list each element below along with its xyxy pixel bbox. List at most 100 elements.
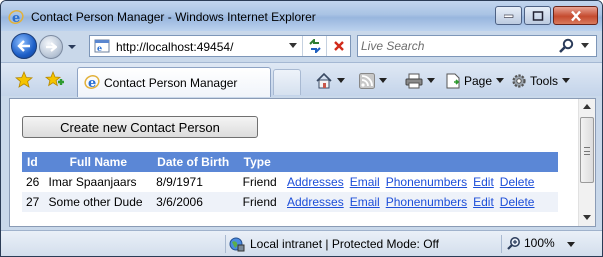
search-box — [357, 35, 597, 57]
new-tab-button[interactable] — [273, 69, 301, 95]
back-arrow-icon — [17, 40, 30, 52]
cell-id: 27 — [22, 192, 45, 212]
feeds-button[interactable] — [359, 70, 387, 92]
navigation-bar: e http://localhost:49454/ — [1, 31, 602, 61]
delete-link[interactable]: Delete — [500, 195, 535, 209]
page-icon: e — [94, 39, 110, 53]
vertical-scrollbar[interactable] — [578, 99, 595, 226]
status-bar: Local intranet | Protected Mode: Off 100… — [1, 230, 602, 256]
page-menu-dropdown-icon — [496, 78, 505, 83]
zoom-level[interactable]: 100% — [507, 236, 555, 250]
addresses-link[interactable]: Addresses — [287, 195, 344, 209]
print-button[interactable] — [405, 70, 435, 92]
address-url[interactable]: http://localhost:49454/ — [116, 40, 233, 54]
add-to-favorites-icon[interactable] — [45, 71, 65, 89]
title-bar: e Contact Person Manager - Windows Inter… — [1, 1, 602, 31]
svg-text:e: e — [97, 43, 102, 53]
addresses-link[interactable]: Addresses — [287, 175, 344, 189]
rss-feed-icon — [359, 73, 375, 89]
svg-text:e: e — [12, 11, 20, 25]
edit-link[interactable]: Edit — [473, 175, 494, 189]
browser-window: e Contact Person Manager - Windows Inter… — [0, 0, 603, 257]
forward-arrow-icon — [46, 42, 57, 52]
internet-explorer-icon: e — [8, 10, 24, 25]
search-options-dropdown-icon[interactable] — [580, 42, 590, 50]
status-divider — [501, 235, 502, 253]
zoom-dropdown-icon[interactable] — [567, 242, 575, 248]
page-icon: e — [84, 75, 100, 90]
table-header-row: Id Full Name Date of Birth Type — [22, 152, 558, 172]
phonenumbers-link[interactable]: Phonenumbers — [386, 195, 467, 209]
forward-button[interactable] — [39, 35, 63, 59]
window-controls — [495, 6, 598, 25]
zoom-icon — [507, 237, 520, 250]
cell-id: 26 — [26, 175, 40, 189]
tools-menu-button[interactable]: Tools — [511, 70, 571, 92]
minimize-button[interactable] — [495, 6, 522, 25]
cell-actions: Addresses Email Phonenumbers Edit Delete — [283, 172, 558, 192]
phonenumbers-link[interactable]: Phonenumbers — [386, 175, 467, 189]
home-dropdown-icon[interactable] — [337, 78, 345, 84]
chevron-down-icon — [583, 215, 591, 220]
tools-menu-label: Tools — [530, 74, 559, 88]
svg-text:e: e — [88, 76, 96, 90]
column-header-id: Id — [22, 152, 45, 172]
email-link[interactable]: Email — [350, 175, 380, 189]
email-link[interactable]: Email — [350, 195, 380, 209]
page-content: Create new Contact Person Id Full Name D… — [9, 98, 596, 227]
column-header-full-name: Full Name — [44, 152, 153, 172]
scroll-down-button[interactable] — [579, 210, 595, 226]
cell-type: Friend — [242, 175, 277, 189]
page-menu-label: Page — [464, 74, 493, 88]
refresh-icon — [308, 39, 321, 53]
search-icon[interactable] — [558, 38, 576, 54]
search-input[interactable] — [361, 38, 555, 54]
home-icon — [316, 72, 332, 89]
print-dropdown-icon[interactable] — [427, 78, 435, 84]
minimize-icon — [503, 14, 513, 18]
security-zone-text: Local intranet | Protected Mode: Off — [250, 237, 439, 251]
close-icon — [570, 10, 581, 21]
scrollbar-grip — [584, 147, 590, 155]
feeds-dropdown-icon[interactable] — [379, 78, 387, 84]
contact-person-table: Id Full Name Date of Birth Type 26 Imar … — [22, 152, 558, 212]
status-divider — [225, 235, 226, 253]
close-button[interactable] — [553, 6, 598, 25]
scrollbar-thumb[interactable] — [580, 117, 594, 183]
cell-type: Friend — [238, 192, 283, 212]
cell-full-name: Some other Dude — [44, 192, 153, 212]
tab-contact-person-manager[interactable]: e Contact Person Manager — [77, 67, 271, 97]
back-button[interactable] — [11, 33, 37, 59]
zoom-level-text: 100% — [524, 236, 555, 250]
cell-date-of-birth: 8/9/1971 — [156, 175, 203, 189]
cell-date-of-birth: 3/6/2006 — [152, 192, 239, 212]
refresh-button[interactable] — [302, 36, 326, 56]
page-menu-button[interactable]: Page — [445, 70, 505, 92]
printer-icon — [405, 73, 423, 89]
tab-label: Contact Person Manager — [104, 76, 238, 90]
address-bar[interactable]: e http://localhost:49454/ — [89, 35, 351, 57]
recent-pages-dropdown-icon[interactable] — [67, 42, 77, 52]
maximize-button[interactable] — [524, 6, 551, 25]
window-title: Contact Person Manager - Windows Interne… — [31, 10, 316, 24]
tools-menu-dropdown-icon — [562, 78, 571, 83]
stop-button[interactable] — [326, 36, 350, 56]
security-zone[interactable]: Local intranet | Protected Mode: Off — [229, 236, 439, 252]
cell-full-name: Imar Spaanjaars — [48, 175, 137, 189]
edit-link[interactable]: Edit — [473, 195, 494, 209]
favorites-center-icon[interactable] — [15, 71, 33, 89]
home-button[interactable] — [315, 70, 345, 92]
column-header-actions — [283, 152, 558, 172]
scroll-up-button[interactable] — [579, 99, 595, 115]
table-row: 27 Some other Dude 3/6/2006 Friend Addre… — [22, 192, 558, 212]
maximize-icon — [532, 10, 543, 21]
column-header-type: Type — [238, 152, 283, 172]
stop-icon — [333, 41, 344, 51]
globe-icon — [229, 237, 245, 252]
chevron-up-icon — [583, 104, 591, 109]
create-contact-person-button[interactable]: Create new Contact Person — [22, 116, 258, 138]
table-row: 26 Imar Spaanjaars 8/9/1971 Friend Addre… — [22, 172, 558, 192]
address-dropdown-icon[interactable] — [288, 42, 298, 50]
cell-actions: Addresses Email Phonenumbers Edit Delete — [283, 192, 558, 212]
delete-link[interactable]: Delete — [500, 175, 535, 189]
